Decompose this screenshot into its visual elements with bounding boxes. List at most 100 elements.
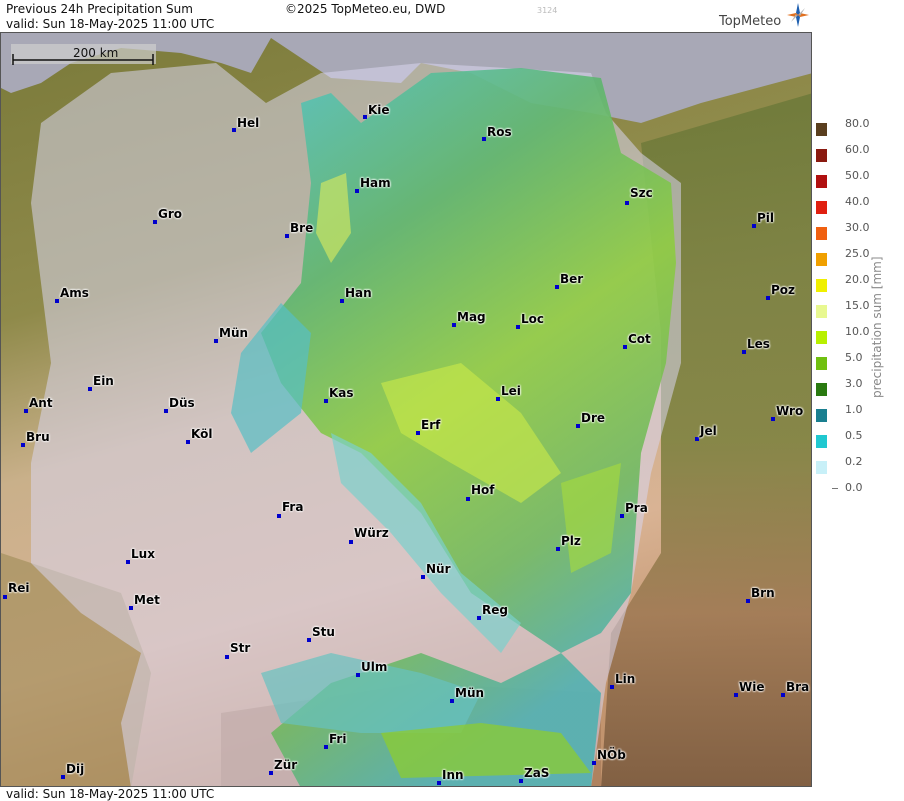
city-marker bbox=[452, 323, 456, 327]
city-marker bbox=[61, 775, 65, 779]
city-label: Fra bbox=[282, 500, 304, 514]
city-label: Dij bbox=[66, 762, 85, 776]
city-label: Mün bbox=[455, 686, 485, 700]
city-marker bbox=[592, 761, 596, 765]
city-label: Bre bbox=[290, 221, 314, 235]
city-label: Lux bbox=[131, 547, 155, 561]
city-marker bbox=[129, 606, 133, 610]
legend-label: 80.0 bbox=[845, 117, 870, 130]
legend-label: 30.0 bbox=[845, 221, 870, 234]
city-label: Zür bbox=[274, 758, 298, 772]
scale-bar-label: 200 km bbox=[73, 46, 119, 60]
footer-bar: valid: Sun 18-May-2025 11:00 UTC bbox=[0, 787, 812, 801]
city-label: Düs bbox=[169, 396, 195, 410]
city-marker bbox=[466, 497, 470, 501]
city-marker bbox=[355, 189, 359, 193]
city-label: Les bbox=[747, 337, 770, 351]
legend-swatch bbox=[816, 175, 827, 188]
copyright-text: ©2025 TopMeteo.eu, DWD bbox=[285, 2, 446, 16]
city-marker bbox=[153, 220, 157, 224]
city-label: Mün bbox=[219, 326, 249, 340]
city-marker bbox=[363, 115, 367, 119]
city-label: Gro bbox=[158, 207, 183, 221]
city-marker bbox=[555, 285, 559, 289]
city-label: Kas bbox=[329, 386, 354, 400]
legend-swatch bbox=[816, 201, 827, 214]
city-marker bbox=[742, 350, 746, 354]
legend-swatch bbox=[816, 409, 827, 422]
city-marker bbox=[746, 599, 750, 603]
legend-label: 10.0 bbox=[845, 325, 870, 338]
city-label: Plz bbox=[561, 534, 581, 548]
city-marker bbox=[477, 616, 481, 620]
city-label: Loc bbox=[521, 312, 545, 326]
city-label: Ham bbox=[360, 176, 391, 190]
legend-swatch bbox=[816, 227, 827, 240]
city-marker bbox=[24, 409, 28, 413]
city-marker bbox=[781, 693, 785, 697]
city-label: Reg bbox=[482, 603, 508, 617]
city-marker bbox=[356, 673, 360, 677]
city-label: Lei bbox=[501, 384, 521, 398]
city-marker bbox=[450, 699, 454, 703]
city-label: Rei bbox=[8, 581, 30, 595]
city-label: Bra bbox=[786, 680, 810, 694]
legend-label: 5.0 bbox=[845, 351, 863, 364]
city-marker bbox=[21, 443, 25, 447]
brand-logo-text: TopMeteo bbox=[719, 14, 782, 29]
city-label: Köl bbox=[191, 427, 213, 441]
map-code: 3124 bbox=[537, 6, 558, 15]
city-marker bbox=[623, 345, 627, 349]
city-marker bbox=[482, 137, 486, 141]
city-label: Lin bbox=[615, 672, 636, 686]
legend-swatch bbox=[816, 279, 827, 292]
city-marker bbox=[516, 325, 520, 329]
city-marker bbox=[625, 201, 629, 205]
city-marker bbox=[269, 771, 273, 775]
city-marker bbox=[556, 547, 560, 551]
legend-swatch bbox=[816, 461, 827, 474]
city-marker bbox=[519, 779, 523, 783]
legend-zero-tick bbox=[832, 488, 838, 489]
city-label: ZaS bbox=[524, 766, 550, 780]
legend-label: 0.2 bbox=[845, 455, 863, 468]
city-label: Han bbox=[345, 286, 372, 300]
city-label: Cot bbox=[628, 332, 651, 346]
city-marker bbox=[437, 781, 441, 785]
city-label: Hel bbox=[237, 116, 260, 130]
city-label: NÖb bbox=[597, 748, 626, 762]
city-marker bbox=[349, 540, 353, 544]
city-label: Ant bbox=[29, 396, 53, 410]
legend-swatch bbox=[816, 435, 827, 448]
city-marker bbox=[285, 234, 289, 238]
city-label: Str bbox=[230, 641, 251, 655]
legend-label: 25.0 bbox=[845, 247, 870, 260]
legend-swatch bbox=[816, 305, 827, 318]
city-label: Hof bbox=[471, 483, 495, 497]
city-label: Pil bbox=[757, 211, 775, 225]
city-label: Pra bbox=[625, 501, 648, 515]
map-title: Previous 24h Precipitation Sum bbox=[6, 2, 193, 16]
city-label: Wie bbox=[739, 680, 765, 694]
precipitation-map[interactable]: 200 km Hel Kie Ros Ham Szc Gro Bre Pil B… bbox=[0, 32, 812, 787]
city-marker bbox=[324, 399, 328, 403]
city-label: Met bbox=[134, 593, 160, 607]
city-marker bbox=[695, 437, 699, 441]
city-label: Kie bbox=[368, 103, 390, 117]
city-marker bbox=[324, 745, 328, 749]
city-label: Ams bbox=[60, 286, 89, 300]
city-label: Ulm bbox=[361, 660, 388, 674]
footer-valid-time: valid: Sun 18-May-2025 11:00 UTC bbox=[6, 787, 215, 801]
city-marker bbox=[88, 387, 92, 391]
legend-label: 15.0 bbox=[845, 299, 870, 312]
legend-label: 60.0 bbox=[845, 143, 870, 156]
city-marker bbox=[766, 296, 770, 300]
legend-swatch bbox=[816, 331, 827, 344]
legend-swatch bbox=[816, 123, 827, 136]
city-label: Poz bbox=[771, 283, 796, 297]
legend: 80.0 60.0 50.0 40.0 30.0 25.0 20.0 15.0 … bbox=[812, 0, 904, 801]
header-bar: Previous 24h Precipitation Sum valid: Su… bbox=[0, 0, 812, 32]
city-marker bbox=[126, 560, 130, 564]
legend-swatch bbox=[816, 383, 827, 396]
city-label: Fri bbox=[329, 732, 347, 746]
